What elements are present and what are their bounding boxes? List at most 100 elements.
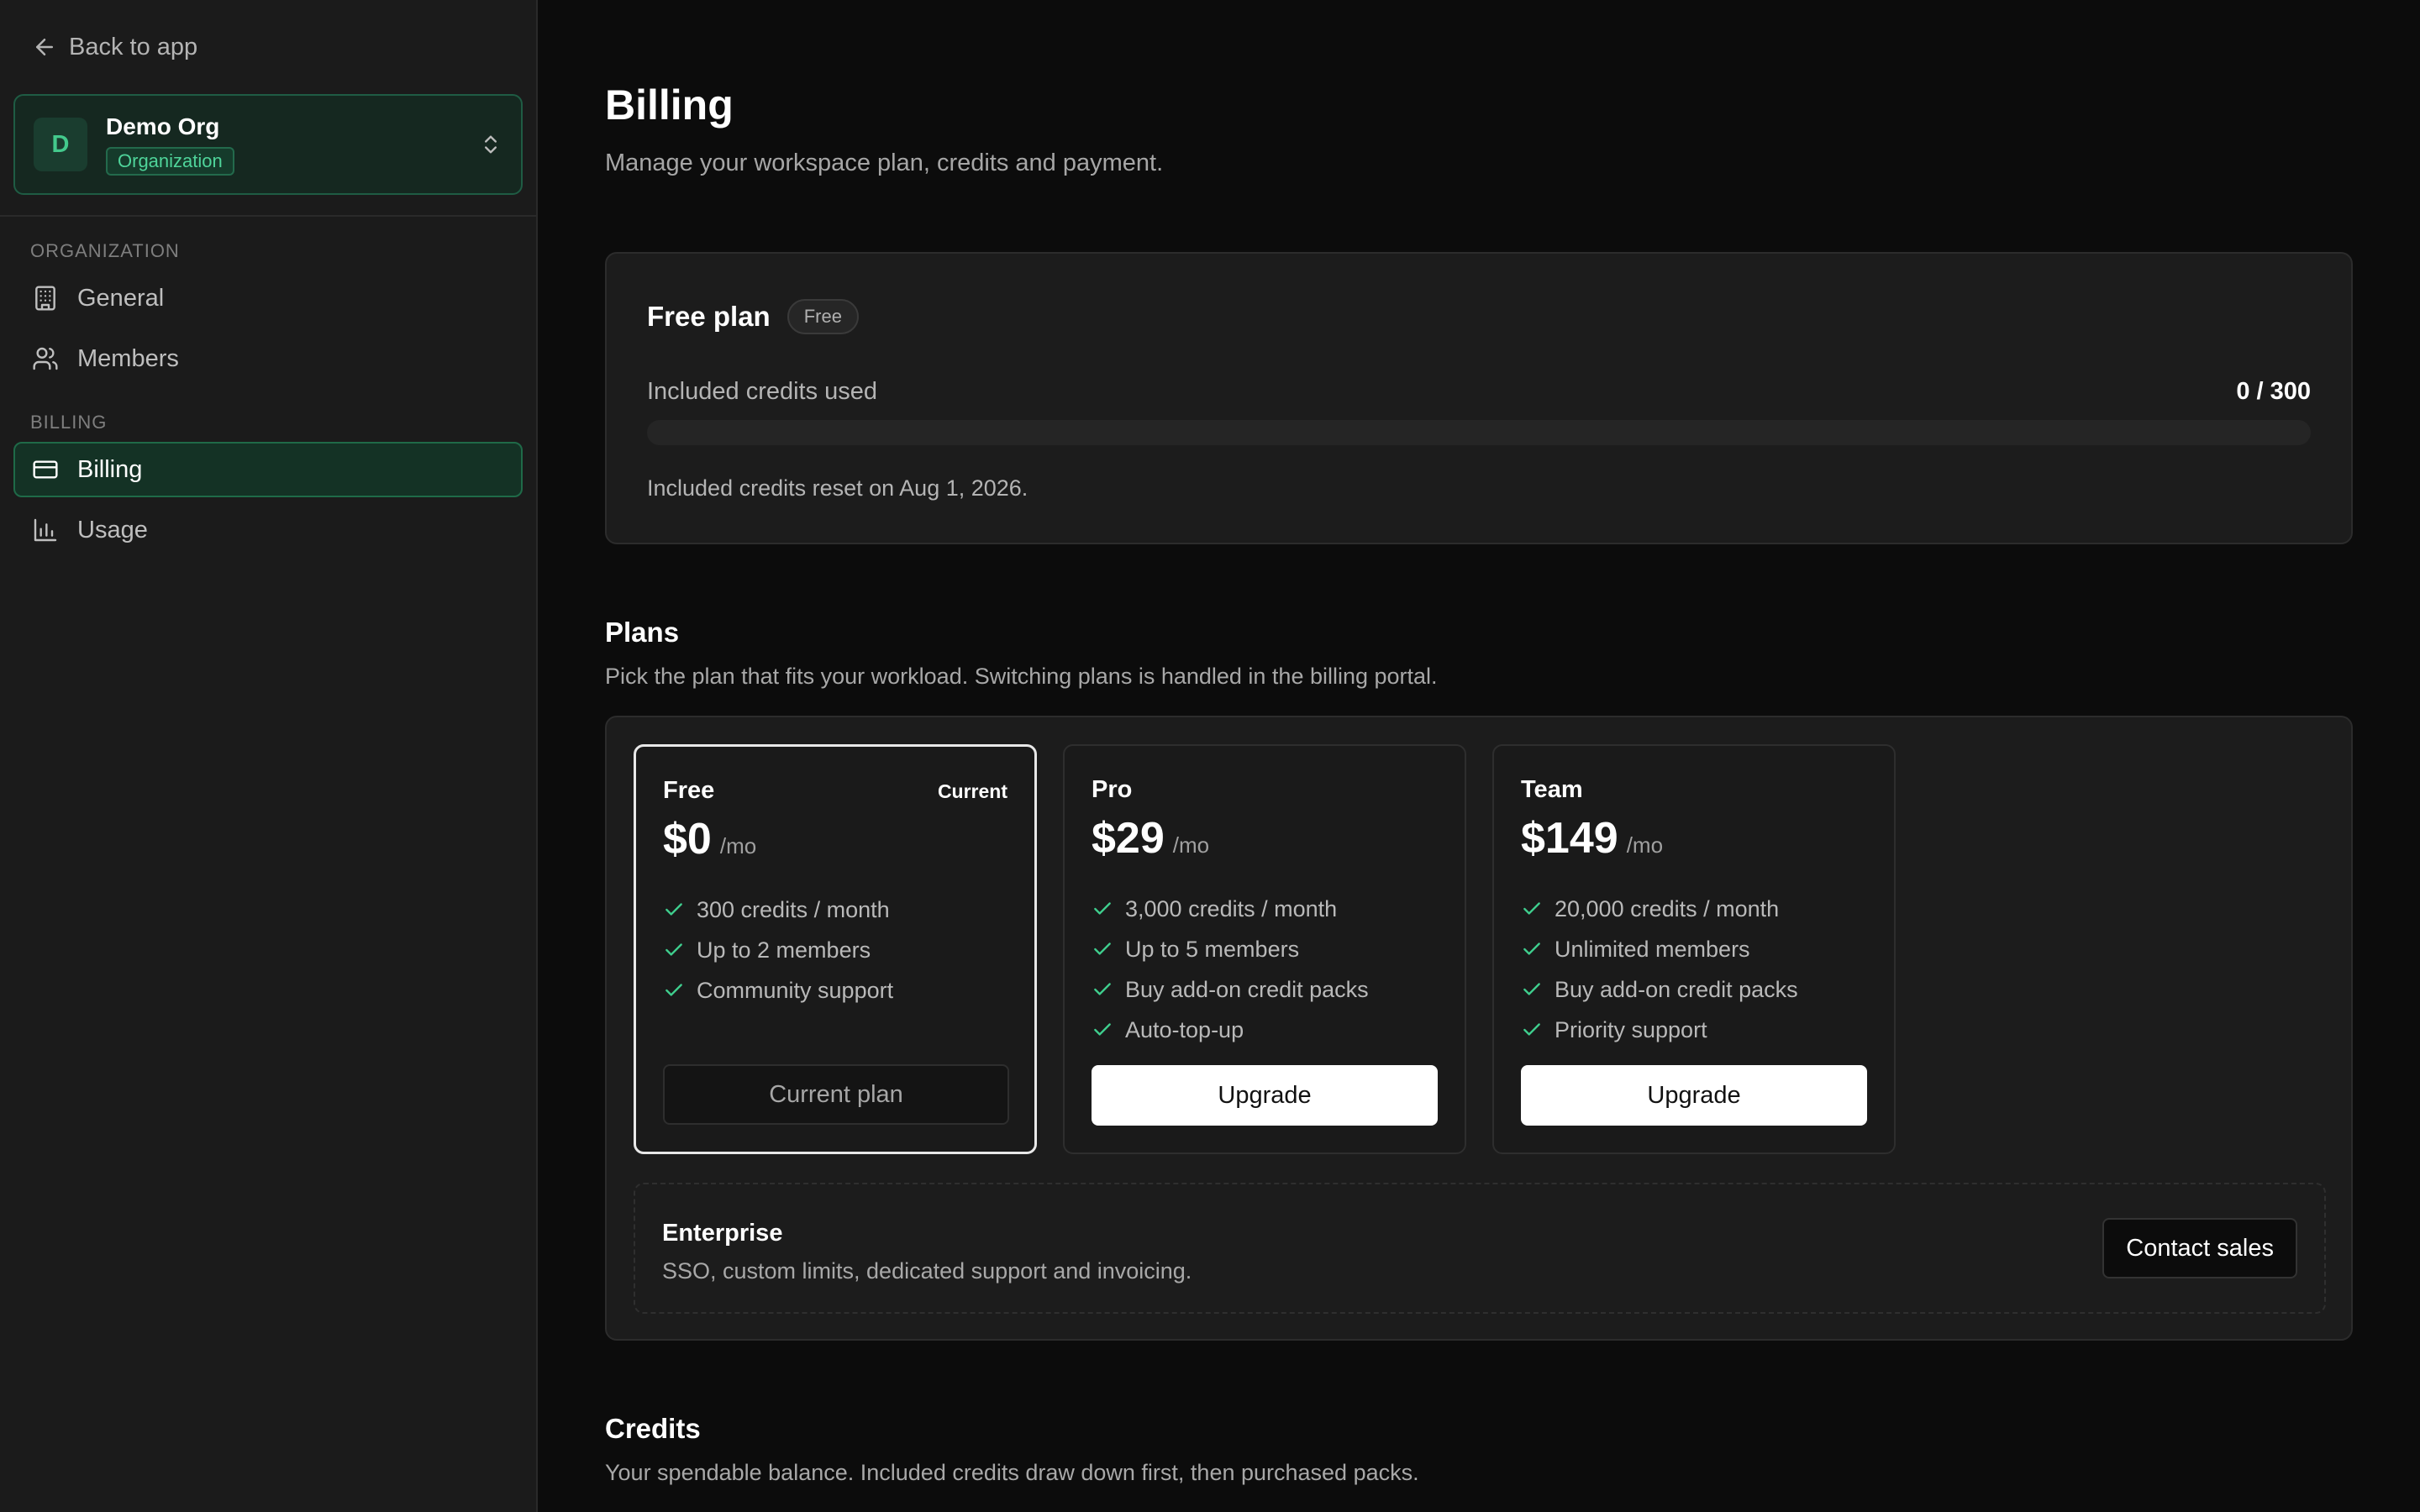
- bar-chart-icon: [34, 518, 57, 542]
- org-name: Demo Org: [106, 113, 220, 139]
- sidebar-item-label: Members: [77, 344, 179, 372]
- plan-card-pro: Pro $29 /mo 3,000 credits / month Up to …: [1063, 744, 1466, 1154]
- credit-card-icon: [33, 460, 58, 479]
- enterprise-subtitle: SSO, custom limits, dedicated support an…: [662, 1258, 1192, 1284]
- sidebar-item-general[interactable]: General: [13, 270, 523, 326]
- check-icon: [666, 943, 682, 956]
- feature-item: Up to 2 members: [663, 930, 893, 970]
- feature-list: 3,000 credits / month Up to 5 members Bu…: [1092, 889, 1369, 1050]
- check-icon: [1094, 983, 1111, 995]
- plan-card-team: Team $149 /mo 20,000 credits / month Unl…: [1492, 744, 1896, 1154]
- sidebar-item-label: General: [77, 284, 165, 312]
- plan-price: $29 /mo: [1092, 813, 1209, 864]
- price-amount: $29: [1092, 814, 1165, 863]
- current-plan-button[interactable]: Current plan: [663, 1064, 1009, 1125]
- plan-card-free: Free Current $0 /mo 300 credits / month …: [634, 744, 1037, 1154]
- building-icon: [35, 286, 55, 311]
- feature-item: Buy add-on credit packs: [1092, 969, 1369, 1010]
- feature-label: Priority support: [1555, 1016, 1707, 1042]
- feature-label: Community support: [697, 977, 894, 1003]
- back-to-app-label: Back to app: [69, 33, 198, 60]
- sidebar-divider: [0, 215, 536, 217]
- chevrons-up-down-icon: [485, 135, 497, 154]
- sidebar-item-billing[interactable]: Billing: [13, 442, 523, 497]
- arrow-left-icon: [36, 39, 53, 55]
- sidebar-item-members[interactable]: Members: [13, 331, 523, 386]
- contact-sales-button[interactable]: Contact sales: [2102, 1218, 2297, 1278]
- check-icon: [666, 984, 682, 996]
- feature-list: 300 credits / month Up to 2 members Comm…: [663, 890, 893, 1011]
- back-to-app-link[interactable]: Back to app: [32, 29, 197, 66]
- feature-label: Buy add-on credit packs: [1555, 976, 1798, 1002]
- check-icon: [1523, 902, 1540, 915]
- section-label-organization: ORGANIZATION: [30, 240, 180, 261]
- check-icon: [1523, 983, 1540, 995]
- plan-price: $0 /mo: [663, 814, 756, 864]
- page-title: Billing: [605, 81, 734, 129]
- sidebar-item-label: Usage: [77, 516, 148, 543]
- feature-list: 20,000 credits / month Unlimited members…: [1521, 889, 1798, 1050]
- plan-name: Team: [1521, 776, 1583, 803]
- check-icon: [1094, 1023, 1111, 1036]
- org-switcher[interactable]: D Demo Org Organization: [13, 94, 523, 195]
- price-amount: $149: [1521, 814, 1618, 863]
- credits-progress-bar: [647, 420, 2311, 445]
- upgrade-pro-button[interactable]: Upgrade: [1092, 1065, 1438, 1126]
- feature-label: Auto-top-up: [1125, 1016, 1244, 1042]
- feature-item: Unlimited members: [1521, 929, 1798, 969]
- current-plan-card: Free plan Free Included credits used 0 /…: [605, 252, 2353, 544]
- current-plan-tag: Current: [937, 780, 1007, 802]
- feature-label: Up to 2 members: [697, 937, 871, 963]
- org-info: Demo Org Organization: [106, 113, 479, 176]
- feature-label: Unlimited members: [1555, 936, 1750, 962]
- current-plan-title-row: Free plan Free: [647, 299, 859, 334]
- check-icon: [1523, 942, 1540, 955]
- upgrade-team-button[interactable]: Upgrade: [1521, 1065, 1867, 1126]
- section-label-billing: BILLING: [30, 412, 108, 433]
- feature-item: Auto-top-up: [1092, 1010, 1369, 1050]
- credits-used-value: 0 / 300: [2236, 378, 2311, 405]
- check-icon: [1094, 942, 1111, 955]
- feature-label: Up to 5 members: [1125, 936, 1300, 962]
- check-icon: [1094, 902, 1111, 915]
- feature-item: 300 credits / month: [663, 890, 893, 930]
- credits-reset-text: Included credits reset on Aug 1, 2026.: [647, 475, 1028, 501]
- credits-used-label: Included credits used: [647, 378, 878, 405]
- feature-item: Priority support: [1521, 1010, 1798, 1050]
- price-amount: $0: [663, 815, 712, 864]
- feature-item: Community support: [663, 970, 893, 1011]
- feature-item: 3,000 credits / month: [1092, 889, 1369, 929]
- sidebar-item-label: Billing: [77, 455, 143, 483]
- credits-section-title: Credits: [605, 1413, 701, 1444]
- feature-label: 20,000 credits / month: [1555, 895, 1780, 921]
- plan-badge: Free: [786, 299, 859, 334]
- plan-price: $149 /mo: [1521, 813, 1663, 864]
- feature-label: Buy add-on credit packs: [1125, 976, 1369, 1002]
- org-type-badge: Organization: [106, 147, 234, 176]
- plan-name: Free: [663, 777, 715, 804]
- feature-item: Buy add-on credit packs: [1521, 969, 1798, 1010]
- feature-item: Up to 5 members: [1092, 929, 1369, 969]
- plans-section-subtitle: Pick the plan that fits your workload. S…: [605, 664, 1438, 689]
- page-subtitle: Manage your workspace plan, credits and …: [605, 150, 1164, 176]
- current-plan-title: Free plan: [647, 301, 771, 332]
- credits-section-subtitle: Your spendable balance. Included credits…: [605, 1460, 1419, 1485]
- plan-name: Pro: [1092, 776, 1133, 803]
- feature-item: 20,000 credits / month: [1521, 889, 1798, 929]
- feature-label: 300 credits / month: [697, 896, 890, 922]
- sidebar-item-usage[interactable]: Usage: [13, 502, 523, 558]
- price-unit: /mo: [1172, 832, 1210, 858]
- check-icon: [1523, 1023, 1540, 1036]
- sidebar: Back to app D Demo Org Organization ORGA…: [0, 0, 538, 1512]
- enterprise-banner: Enterprise SSO, custom limits, dedicated…: [634, 1183, 2326, 1314]
- org-avatar: D: [34, 118, 87, 171]
- enterprise-title: Enterprise: [662, 1220, 783, 1247]
- price-unit: /mo: [1626, 832, 1664, 858]
- feature-label: 3,000 credits / month: [1125, 895, 1338, 921]
- users-icon: [33, 347, 58, 370]
- plans-container: Free Current $0 /mo 300 credits / month …: [605, 716, 2353, 1341]
- plans-section-title: Plans: [605, 617, 680, 648]
- check-icon: [666, 903, 682, 916]
- billing-page: Back to app D Demo Org Organization ORGA…: [0, 0, 2420, 1512]
- price-unit: /mo: [719, 833, 757, 858]
